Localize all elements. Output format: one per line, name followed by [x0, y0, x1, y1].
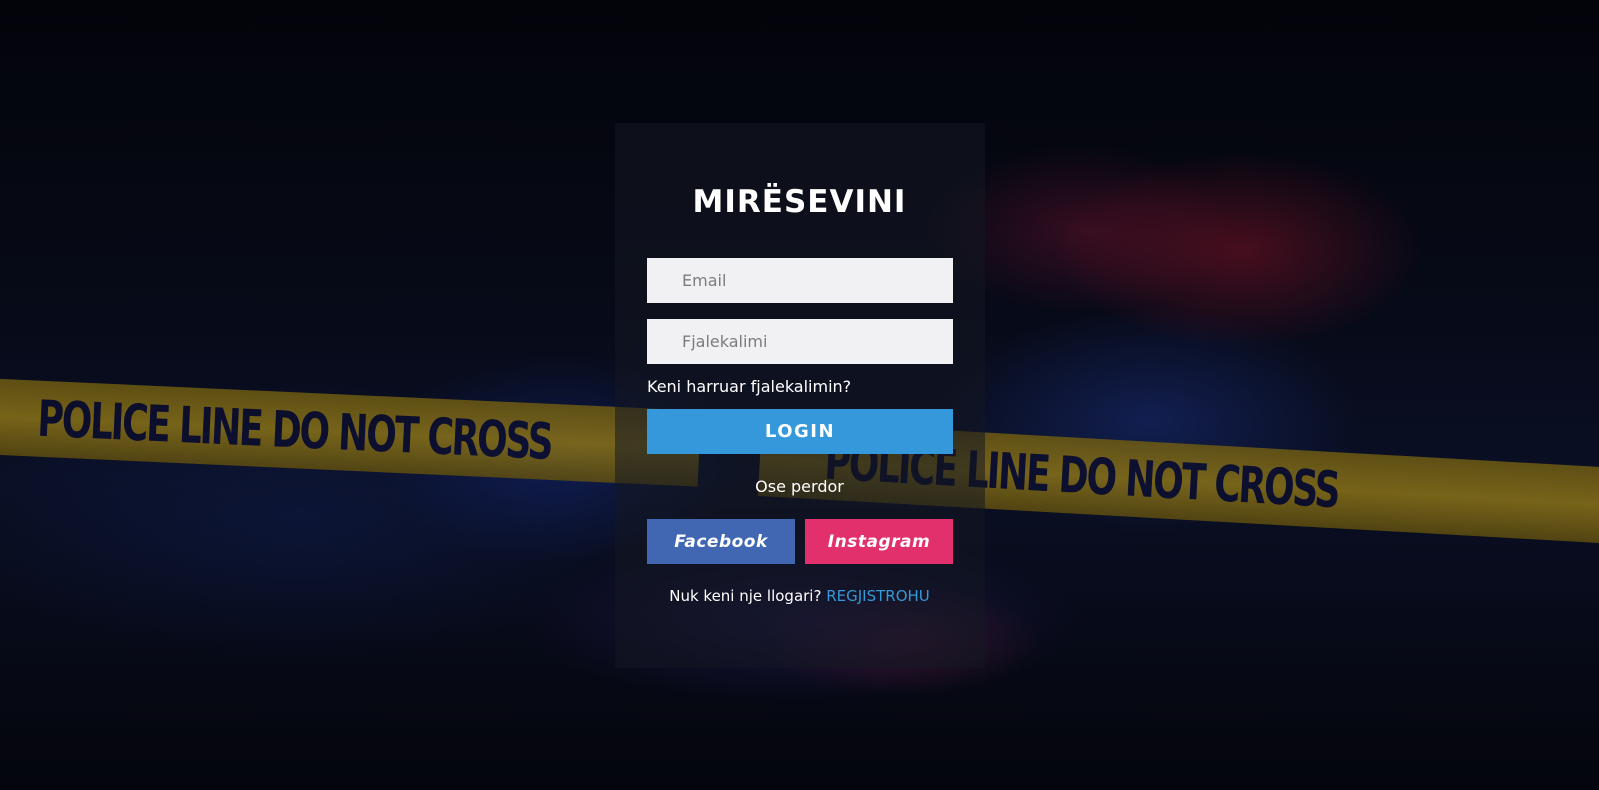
- login-button[interactable]: LOGIN: [647, 409, 953, 454]
- email-field[interactable]: [647, 258, 953, 303]
- or-divider-text: Ose perdor: [755, 477, 844, 496]
- signup-prompt: Nuk keni nje llogari? REGJISTROHU: [0, 587, 1599, 605]
- page-title: MIRËSEVINI: [692, 184, 907, 220]
- password-field[interactable]: [647, 319, 953, 364]
- forgot-password-link[interactable]: Keni harruar fjalekalimin?: [647, 377, 851, 396]
- police-tape-left-text: POLICE LINE DO NOT CROSS: [36, 389, 553, 471]
- no-account-text: Nuk keni nje llogari?: [669, 587, 822, 605]
- facebook-login-button[interactable]: Facebook: [647, 519, 795, 564]
- register-link[interactable]: REGJISTROHU: [826, 587, 930, 605]
- instagram-login-button[interactable]: Instagram: [805, 519, 953, 564]
- police-tape-left: POLICE LINE DO NOT CROSS: [0, 378, 701, 487]
